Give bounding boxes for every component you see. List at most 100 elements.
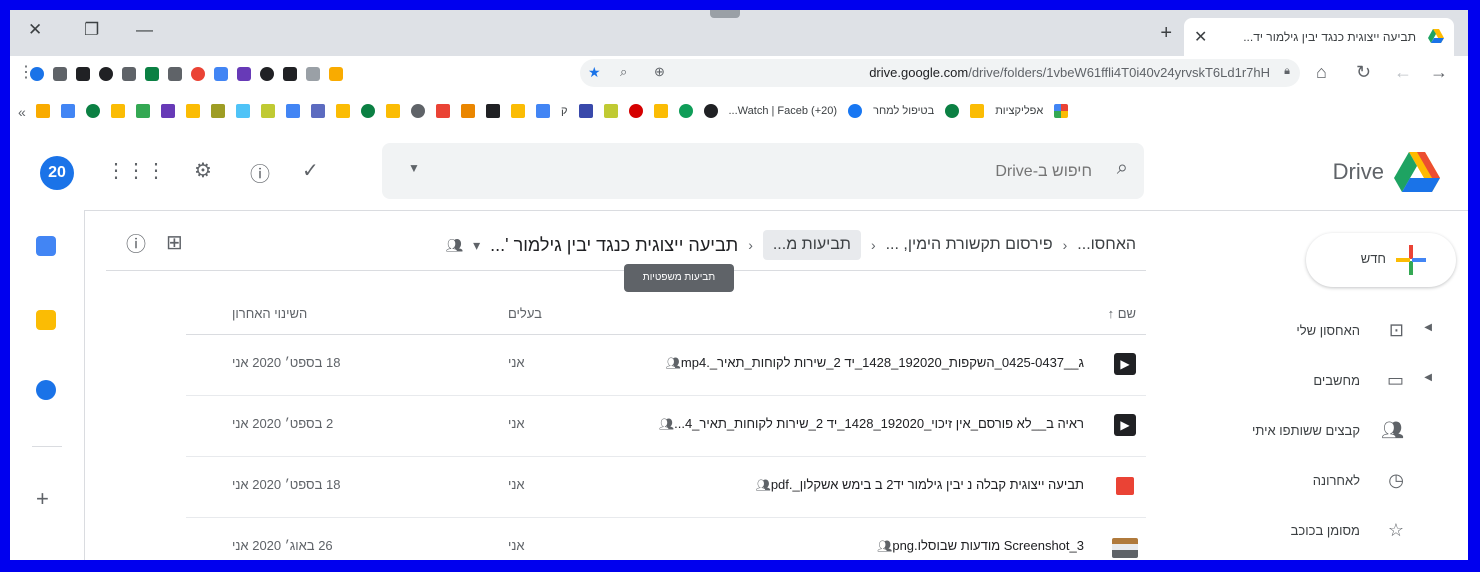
account-avatar[interactable]: 20 (40, 156, 74, 190)
extension-icon[interactable] (283, 67, 297, 81)
bookmark-icon[interactable] (261, 104, 275, 118)
folder-menu-dropdown-icon[interactable]: ▾ (473, 237, 480, 254)
download-icon[interactable] (122, 67, 136, 81)
extension-icon[interactable] (145, 67, 159, 81)
extension-icon[interactable] (260, 67, 274, 81)
bookmark-icon[interactable] (136, 104, 150, 118)
table-row[interactable]: ▶ ג__0425-0437_השקפות_192020_1428_יד 2_ש… (186, 335, 1146, 396)
breadcrumb-my-drive[interactable]: האחסו... (1077, 236, 1136, 254)
folder-icon[interactable] (386, 104, 400, 118)
offline-ready-icon[interactable]: ✓ (302, 158, 319, 183)
folder-icon[interactable] (970, 104, 985, 118)
extension-icon[interactable] (329, 67, 343, 81)
music-icon[interactable] (486, 104, 500, 118)
breadcrumb-folder[interactable]: פירסום תקשורת הימין, ... (886, 236, 1053, 254)
sidebar-item-starred[interactable]: ☆ מסומן בכוכב (1220, 514, 1440, 550)
info-icon[interactable]: ⓘ (126, 228, 146, 257)
calendar-icon[interactable] (36, 236, 56, 256)
bookmark-tomorrow[interactable]: בטיפול למחר (873, 105, 934, 117)
close-window-icon[interactable]: ✕ (28, 20, 42, 40)
bookmark-icon[interactable] (436, 104, 450, 118)
bookmark-icon[interactable] (86, 104, 100, 118)
breadcrumb-current-folder[interactable]: תביעה ייצוגית כנגד יבין גילמור '... (490, 235, 738, 256)
keep-icon[interactable] (36, 310, 56, 330)
settings-gear-icon[interactable]: ⚙ (194, 158, 212, 183)
grid-view-icon[interactable]: ⊞ (166, 230, 183, 255)
column-modified-header[interactable]: השינוי האחרון (232, 306, 307, 321)
bookmark-icon[interactable] (678, 104, 693, 118)
table-row[interactable]: ▶ ראיה ב__לא פורסם_אין זיכוי_192020_1428… (186, 396, 1146, 457)
bookmark-q[interactable]: ק (561, 105, 568, 117)
home-icon[interactable]: ⌂ (1316, 62, 1327, 83)
extension-icon[interactable] (191, 67, 205, 81)
bookmark-icon[interactable] (578, 104, 593, 118)
new-button[interactable]: חדש (1306, 233, 1456, 287)
extension-icon[interactable] (214, 67, 228, 81)
bookmark-icon[interactable] (211, 104, 225, 118)
folder-icon[interactable] (186, 104, 200, 118)
extension-icon[interactable] (30, 67, 44, 81)
forward-icon[interactable]: ← (1394, 62, 1412, 83)
bookmark-icon[interactable] (286, 104, 300, 118)
folder-icon[interactable] (111, 104, 125, 118)
expand-caret-icon[interactable]: ◀ (1424, 372, 1432, 383)
column-name-header[interactable]: שם ↑ (1108, 306, 1136, 321)
reload-icon[interactable]: ↻ (1356, 62, 1371, 83)
expand-caret-icon[interactable]: ◀ (1424, 322, 1432, 333)
search-options-icon[interactable]: ▼ (408, 161, 420, 175)
bookmark-facebook-watch[interactable]: (20+) Watch | Faceb... (729, 105, 838, 117)
breadcrumb-lawsuits[interactable]: תביעות מ... (762, 230, 861, 260)
heart-icon[interactable] (628, 104, 643, 118)
minimize-window-icon[interactable]: — (136, 20, 153, 40)
tab-search-grip[interactable] (710, 10, 740, 18)
bookmark-icon[interactable] (311, 104, 325, 118)
new-tab-button[interactable]: + (1160, 22, 1172, 45)
apps-grid-icon[interactable] (1054, 104, 1069, 118)
bookmark-icon[interactable] (536, 104, 550, 118)
back-icon[interactable]: → (1430, 62, 1448, 83)
close-tab-icon[interactable]: ✕ (1194, 27, 1207, 47)
bookmark-icon[interactable] (703, 104, 718, 118)
bookmark-icon[interactable] (461, 104, 475, 118)
sidebar-item-recent[interactable]: ◷ לאחרונה (1220, 464, 1440, 500)
extension-icon[interactable] (99, 67, 113, 81)
bookmark-icon[interactable] (236, 104, 250, 118)
bookmark-icon[interactable] (361, 104, 375, 118)
table-row[interactable]: תביעה ייצוגית קבלה נ יבין גילמור יד2 ב ב… (186, 457, 1146, 518)
restore-window-icon[interactable]: ❐ (84, 20, 99, 40)
search-icon[interactable]: ⌕ (1117, 157, 1128, 180)
bookmark-icon[interactable] (945, 104, 960, 118)
sidebar-item-computers[interactable]: ◀ ▭ מחשבים (1220, 364, 1440, 400)
extension-icon[interactable] (168, 67, 182, 81)
address-bar[interactable]: ★ ⌕ ⊕ drive.google.com/drive/folders/1vb… (580, 59, 1300, 87)
extension-icon[interactable] (53, 67, 67, 81)
facebook-icon[interactable] (848, 104, 863, 118)
bookmark-icon[interactable] (61, 104, 75, 118)
bookmark-apps[interactable]: אפליקציות (995, 105, 1043, 117)
bookmark-icon[interactable] (411, 104, 425, 118)
help-icon[interactable]: ⓘ (250, 158, 270, 187)
drive-logo[interactable]: Drive (1333, 152, 1440, 192)
folder-icon[interactable] (653, 104, 668, 118)
folder-icon[interactable] (511, 104, 525, 118)
extension-icon[interactable] (237, 67, 251, 81)
search-input[interactable] (490, 159, 1094, 185)
translate-icon[interactable]: ⊕ (654, 64, 665, 80)
tasks-icon[interactable] (36, 380, 56, 400)
sidebar-item-my-drive[interactable]: ◀ ⊡ האחסון שלי (1220, 314, 1440, 350)
extension-icon[interactable] (76, 67, 90, 81)
lock-icon[interactable]: 🔒︎ (1284, 65, 1290, 78)
table-row[interactable]: Screenshot_3 מודעות שבוסלו.png👥︎ אני 26 … (186, 518, 1146, 560)
sort-arrow-up-icon[interactable]: ↑ (1108, 306, 1115, 321)
more-bookmarks-icon[interactable]: « (18, 104, 26, 120)
bookmark-icon[interactable] (161, 104, 175, 118)
browser-tab[interactable]: ✕ תביעה ייצוגית כנגד יבין גילמור יד... (1184, 18, 1454, 56)
extension-icon[interactable] (306, 67, 320, 81)
bookmark-icon[interactable] (603, 104, 618, 118)
add-addon-icon[interactable]: + (36, 486, 49, 512)
zoom-icon[interactable]: ⌕ (620, 64, 627, 80)
apps-launcher-icon[interactable]: ⋮⋮⋮ (106, 158, 166, 183)
bookmark-star-icon[interactable]: ★ (588, 64, 601, 81)
folder-icon[interactable] (336, 104, 350, 118)
sidebar-item-shared[interactable]: 👥︎ קבצים ששותפו איתי (1220, 414, 1440, 450)
